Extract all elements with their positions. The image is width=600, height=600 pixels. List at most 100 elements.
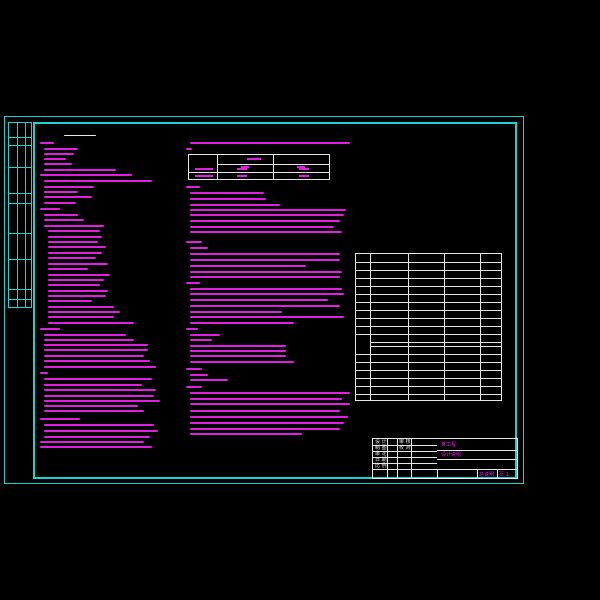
text-stroke [44, 180, 152, 182]
text-stroke [48, 284, 100, 286]
text-stroke [190, 403, 350, 405]
text-stroke [44, 202, 76, 204]
text-stroke [186, 241, 202, 243]
text-stroke [40, 441, 144, 443]
text-stroke [190, 416, 348, 418]
text-stroke [40, 418, 80, 420]
text-stroke [190, 288, 342, 290]
tb-sheet: 页 1 [499, 472, 509, 478]
text-stroke [190, 334, 220, 336]
text-stroke [40, 328, 60, 330]
tb-project-name: 某工程 [441, 442, 457, 448]
text-stroke [44, 214, 78, 216]
text-stroke [48, 252, 102, 254]
text-stroke [190, 293, 344, 295]
text-stroke [190, 422, 344, 424]
text-stroke [190, 355, 286, 357]
text-stroke [190, 220, 340, 222]
text-stroke [190, 345, 286, 347]
text-stroke [190, 276, 340, 278]
text-stroke [48, 300, 92, 302]
text-stroke [44, 384, 142, 386]
text-stroke [190, 322, 294, 324]
text-stroke [40, 446, 152, 448]
text-stroke [40, 142, 54, 144]
title-block: 设 计 审 核 制 图 校 对 审 定 日 期 比 例 某工程 设计说明 总说明… [372, 438, 518, 479]
text-stroke [190, 209, 346, 211]
text-stroke [190, 374, 208, 376]
text-stroke [190, 339, 212, 341]
text-stroke [44, 378, 152, 380]
text-stroke [190, 253, 340, 255]
text-stroke [190, 316, 344, 318]
text-stroke [44, 219, 84, 221]
binding-strip [8, 122, 32, 308]
tb-label-5: 比 例 [375, 463, 387, 469]
text-stroke [190, 350, 286, 352]
text-stroke [44, 225, 104, 227]
text-stroke [190, 259, 340, 261]
text-stroke [44, 400, 160, 402]
text-stroke [48, 236, 102, 238]
text-stroke [44, 366, 156, 368]
text-stroke [190, 299, 328, 301]
text-stroke [44, 355, 144, 357]
tb-drawing-no: 总说明 [479, 472, 495, 478]
text-stroke [48, 316, 114, 318]
text-stroke [44, 158, 66, 160]
text-stroke [44, 191, 78, 193]
text-stroke [44, 196, 92, 198]
text-stroke [44, 360, 150, 362]
text-stroke [44, 436, 150, 438]
tb-value-2: 校 对 [399, 445, 411, 451]
text-stroke [186, 386, 202, 388]
text-stroke [48, 257, 96, 259]
text-stroke [190, 410, 340, 412]
text-stroke [190, 428, 340, 430]
text-stroke [190, 204, 280, 206]
text-stroke [190, 379, 228, 381]
text-stroke [48, 246, 106, 248]
text-stroke [48, 241, 98, 243]
tb-drawing-name: 设计说明 [441, 452, 462, 458]
text-stroke [190, 392, 350, 394]
text-stroke [44, 430, 158, 432]
text-stroke [44, 169, 116, 171]
text-stroke [48, 311, 120, 313]
text-stroke [190, 305, 340, 307]
text-stroke [40, 174, 132, 176]
text-stroke [44, 344, 148, 346]
text-stroke [190, 231, 342, 233]
materials-table [188, 154, 330, 180]
text-stroke [190, 214, 344, 216]
text-stroke [44, 349, 148, 351]
text-stroke [48, 295, 106, 297]
text-stroke [44, 153, 74, 155]
text-stroke [44, 186, 94, 188]
text-stroke [190, 265, 306, 267]
text-stroke [186, 368, 202, 370]
text-stroke [44, 389, 156, 391]
text-stroke [186, 328, 198, 330]
text-stroke [190, 142, 350, 144]
schedule-table [355, 253, 502, 401]
text-stroke [48, 263, 108, 265]
text-stroke [44, 405, 138, 407]
text-stroke [44, 424, 154, 426]
text-stroke [48, 268, 88, 270]
text-stroke [44, 163, 72, 165]
text-stroke [44, 334, 126, 336]
text-stroke [190, 247, 208, 249]
text-stroke [40, 372, 48, 374]
text-stroke [190, 433, 302, 435]
text-stroke [190, 311, 282, 313]
heading-underline [64, 135, 96, 136]
text-stroke [44, 395, 154, 397]
text-stroke [186, 186, 200, 188]
text-stroke [44, 148, 78, 150]
text-stroke [190, 271, 342, 273]
text-stroke [186, 282, 200, 284]
text-stroke [190, 226, 334, 228]
text-stroke [48, 306, 114, 308]
text-stroke [48, 279, 104, 281]
